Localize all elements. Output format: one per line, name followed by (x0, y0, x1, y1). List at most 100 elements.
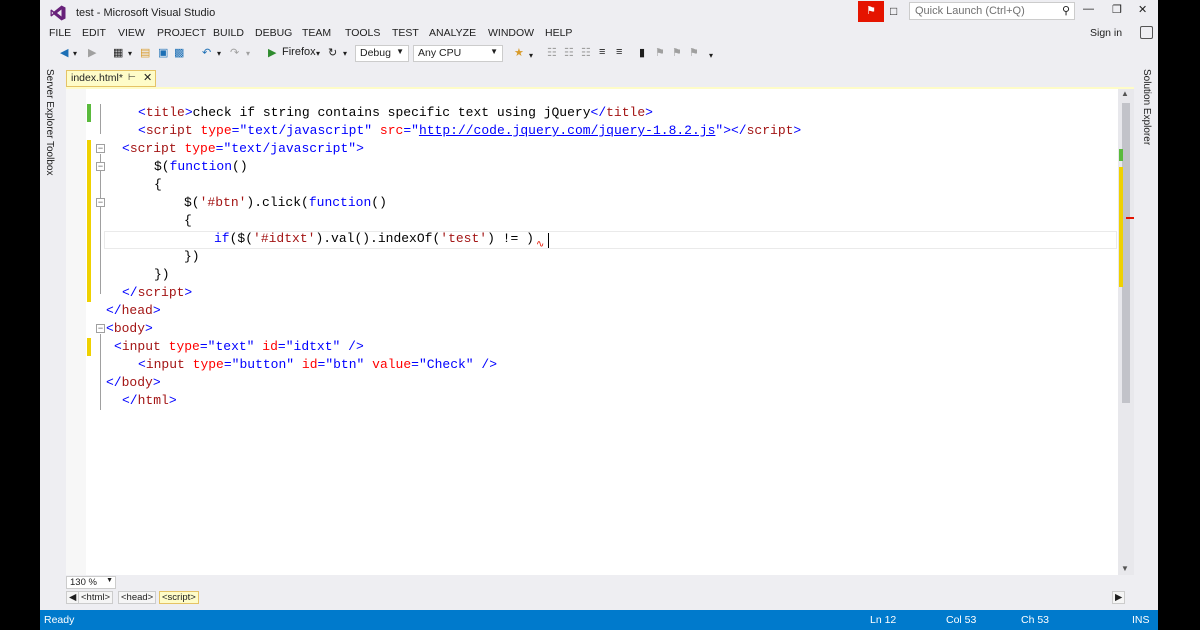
code-line[interactable]: }) (154, 266, 170, 284)
menu-project[interactable]: PROJECT (157, 27, 206, 39)
menu-help[interactable]: HELP (545, 27, 572, 39)
scrollbar-thumb[interactable] (1122, 103, 1130, 403)
quick-launch-input[interactable]: Quick Launch (Ctrl+Q) ⚲ (909, 2, 1075, 20)
new-dropdown-icon[interactable]: ▾ (128, 49, 132, 58)
minimize-icon[interactable]: — (1083, 3, 1094, 15)
code-line[interactable]: { (184, 212, 192, 230)
start-debugging-icon[interactable]: ▶ (268, 46, 276, 59)
code-line[interactable]: <title>check if string contains specific… (138, 104, 653, 122)
scroll-up-icon[interactable]: ▲ (1121, 89, 1129, 98)
refresh-icon[interactable]: ↻ (328, 46, 337, 59)
menu-analyze[interactable]: ANALYZE (429, 27, 476, 39)
code-token: < (122, 141, 130, 156)
undo-dropdown-icon[interactable]: ▾ (217, 49, 221, 58)
standard-toolbar: ◀ ▾ ▶ ▦ ▾ ▤ ▣ ▩ ↶ ▾ ↷ ▾ ▶ Firefox ▾ ↻ ▾ … (40, 43, 1158, 65)
uncomment-icon[interactable]: ≡ (616, 46, 622, 58)
code-token: { (184, 213, 192, 228)
collapse-icon[interactable]: − (96, 144, 105, 153)
breadcrumb-html[interactable]: <html> (78, 591, 114, 604)
navigate-back-icon[interactable]: ◀ (60, 46, 68, 59)
code-token: ).val().indexOf( (315, 231, 441, 246)
close-tab-icon[interactable]: ✕ (143, 71, 152, 84)
code-editor[interactable]: − − − − <title>check if string contains … (66, 89, 1134, 575)
code-line[interactable]: </head> (106, 302, 161, 320)
user-account-icon[interactable] (1140, 26, 1153, 39)
collapse-icon[interactable]: − (96, 162, 105, 171)
server-explorer-tab[interactable]: Server Explorer (44, 69, 55, 138)
menu-file[interactable]: FILE (49, 27, 71, 39)
undo-icon[interactable]: ↶ (202, 46, 211, 59)
code-line[interactable]: }) (184, 248, 200, 266)
code-token: input (121, 339, 161, 354)
tool-icon[interactable]: ☷ (581, 46, 591, 59)
browser-link-icon[interactable]: ★ (514, 46, 524, 59)
code-line[interactable]: </html> (122, 392, 177, 410)
next-bookmark-icon[interactable]: ⚑ (672, 46, 682, 59)
code-line[interactable]: $(function() (154, 158, 248, 176)
document-tab-index-html[interactable]: index.html* ⊢ ✕ (66, 70, 156, 87)
code-line[interactable]: <script type="text/javascript" src="http… (138, 122, 801, 140)
code-line[interactable]: <script type="text/javascript"> (122, 140, 364, 158)
close-icon[interactable]: ✕ (1138, 3, 1147, 16)
open-file-icon[interactable]: ▤ (140, 46, 150, 59)
tool-icon[interactable]: ☷ (564, 46, 574, 59)
code-line[interactable]: <input type="button" id="btn" value="Che… (138, 356, 497, 374)
comment-icon[interactable]: ≡ (599, 46, 605, 58)
sign-in-link[interactable]: Sign in (1090, 27, 1122, 39)
vertical-scrollbar[interactable]: ▲ ▼ (1118, 89, 1134, 575)
menu-test[interactable]: TEST (392, 27, 419, 39)
code-line[interactable]: { (154, 176, 162, 194)
solution-explorer-tab[interactable]: Solution Explorer (1141, 69, 1152, 145)
code-line[interactable]: <body> (106, 320, 153, 338)
menu-debug[interactable]: DEBUG (255, 27, 292, 39)
breadcrumb-head[interactable]: <head> (118, 591, 157, 604)
restore-icon[interactable]: ❐ (1112, 3, 1122, 16)
save-all-icon[interactable]: ▩ (174, 46, 184, 59)
collapse-icon[interactable]: − (96, 324, 105, 333)
menu-tools[interactable]: TOOLS (345, 27, 380, 39)
redo-icon[interactable]: ↷ (230, 46, 239, 59)
code-line[interactable]: </script> (122, 284, 192, 302)
zoom-select[interactable]: 130 % ▼ (66, 576, 116, 589)
code-line[interactable]: <input type="text" id="idtxt" /> (114, 338, 364, 356)
new-project-icon[interactable]: ▦ (113, 46, 123, 59)
scroll-down-icon[interactable]: ▼ (1121, 564, 1129, 573)
toolbar-overflow-icon[interactable]: ▾ (529, 51, 533, 60)
code-token: type (200, 123, 232, 138)
feedback-icon[interactable]: □ (890, 4, 897, 18)
configuration-select[interactable]: Debug ▼ (355, 45, 409, 62)
collapse-icon[interactable]: − (96, 198, 105, 207)
code-line[interactable]: $('#btn').click(function() (184, 194, 387, 212)
status-insert-mode: INS (1132, 614, 1150, 626)
menu-edit[interactable]: EDIT (82, 27, 106, 39)
notification-flag-icon[interactable]: ⚑ (858, 1, 884, 22)
code-line[interactable]: if($('#idtxt').val().indexOf('test') != … (214, 230, 534, 248)
find-icon[interactable]: ☷ (547, 46, 557, 59)
menu-view[interactable]: VIEW (118, 27, 145, 39)
browser-label[interactable]: Firefox (282, 46, 316, 58)
menu-window[interactable]: WINDOW (488, 27, 534, 39)
breadcrumb-script[interactable]: <script> (159, 591, 199, 604)
toolbox-tab[interactable]: Toolbox (44, 141, 55, 175)
back-dropdown-icon[interactable]: ▾ (73, 49, 77, 58)
code-line[interactable]: </body> (106, 374, 161, 392)
code-token: > (168, 393, 177, 408)
platform-select[interactable]: Any CPU ▼ (413, 45, 503, 62)
code-token: /> (481, 357, 498, 372)
browser-dropdown-icon[interactable]: ▾ (316, 49, 320, 58)
menu-build[interactable]: BUILD (213, 27, 244, 39)
navigate-forward-icon[interactable]: ▶ (88, 46, 96, 59)
prev-bookmark-icon[interactable]: ⚑ (655, 46, 665, 59)
save-icon[interactable]: ▣ (158, 46, 168, 59)
bookmark-icon[interactable]: ▮ (639, 46, 645, 59)
menu-team[interactable]: TEAM (302, 27, 331, 39)
clear-bookmarks-icon[interactable]: ⚑ (689, 46, 699, 59)
saved-change-marker (87, 104, 91, 122)
breadcrumb-scroll-right-icon[interactable]: ▶ (1112, 591, 1126, 604)
pin-icon[interactable]: ⊢ (128, 72, 136, 83)
code-token: type (168, 339, 200, 354)
toolbar-overflow-icon[interactable]: ▾ (709, 51, 713, 60)
refresh-dropdown-icon[interactable]: ▾ (343, 49, 347, 58)
redo-dropdown-icon[interactable]: ▾ (246, 49, 250, 58)
